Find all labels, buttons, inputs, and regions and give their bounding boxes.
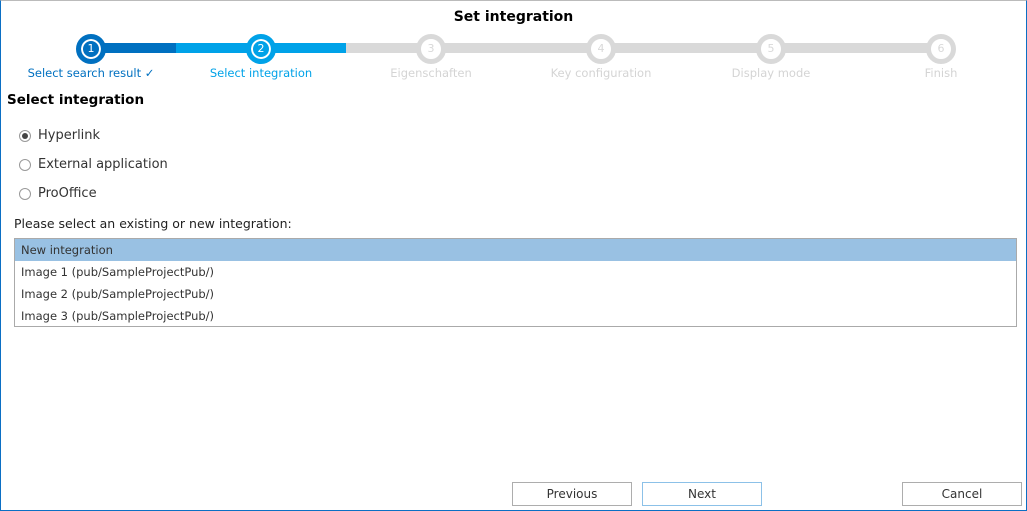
step-5-label: Display mode (731, 66, 811, 80)
next-button[interactable]: Next (642, 482, 762, 506)
step-3-indicator: 3 (416, 34, 446, 64)
integration-list[interactable]: New integration Image 1 (pub/SampleProjec… (14, 238, 1017, 327)
step-3-label: Eigenschaften (390, 66, 472, 80)
radio-option-2[interactable]: ProOffice (19, 186, 97, 201)
previous-button[interactable]: Previous (512, 482, 632, 506)
step-1-label: Select search result ✓ (27, 66, 155, 80)
list-item[interactable]: Image 1 (pub/SampleProjectPub/) (15, 261, 1016, 283)
list-item[interactable]: New integration (15, 239, 1016, 261)
list-item[interactable]: Image 3 (pub/SampleProjectPub/) (15, 305, 1016, 327)
step-4-label: Key configuration (550, 66, 652, 80)
step-4-indicator: 4 (586, 34, 616, 64)
window-title: Set integration (453, 9, 574, 25)
radio-label: External application (38, 157, 168, 172)
radio-button-icon[interactable] (19, 129, 31, 142)
radio-label: Hyperlink (38, 128, 101, 143)
step-6-label: Finish (924, 66, 958, 80)
step-2-label: Select integration (209, 66, 313, 80)
list-item[interactable]: Image 2 (pub/SampleProjectPub/) (15, 283, 1016, 305)
section-heading: Select integration (7, 92, 145, 108)
step-5-indicator: 5 (756, 34, 786, 64)
radio-button-icon[interactable] (19, 187, 31, 200)
radio-option-0[interactable]: Hyperlink (19, 128, 100, 143)
cancel-button[interactable]: Cancel (902, 482, 1022, 506)
wizard-window: Set integration 1 Select search result ✓ 2… (0, 0, 1027, 511)
step-6-indicator: 6 (926, 34, 956, 64)
radio-option-1[interactable]: External application (19, 157, 168, 172)
radio-button-icon[interactable] (19, 158, 31, 171)
step-1-indicator: 1 (76, 34, 106, 64)
step-2-indicator: 2 (246, 34, 276, 64)
radio-label: ProOffice (38, 186, 97, 201)
list-prompt: Please select an existing or new integra… (14, 216, 292, 231)
